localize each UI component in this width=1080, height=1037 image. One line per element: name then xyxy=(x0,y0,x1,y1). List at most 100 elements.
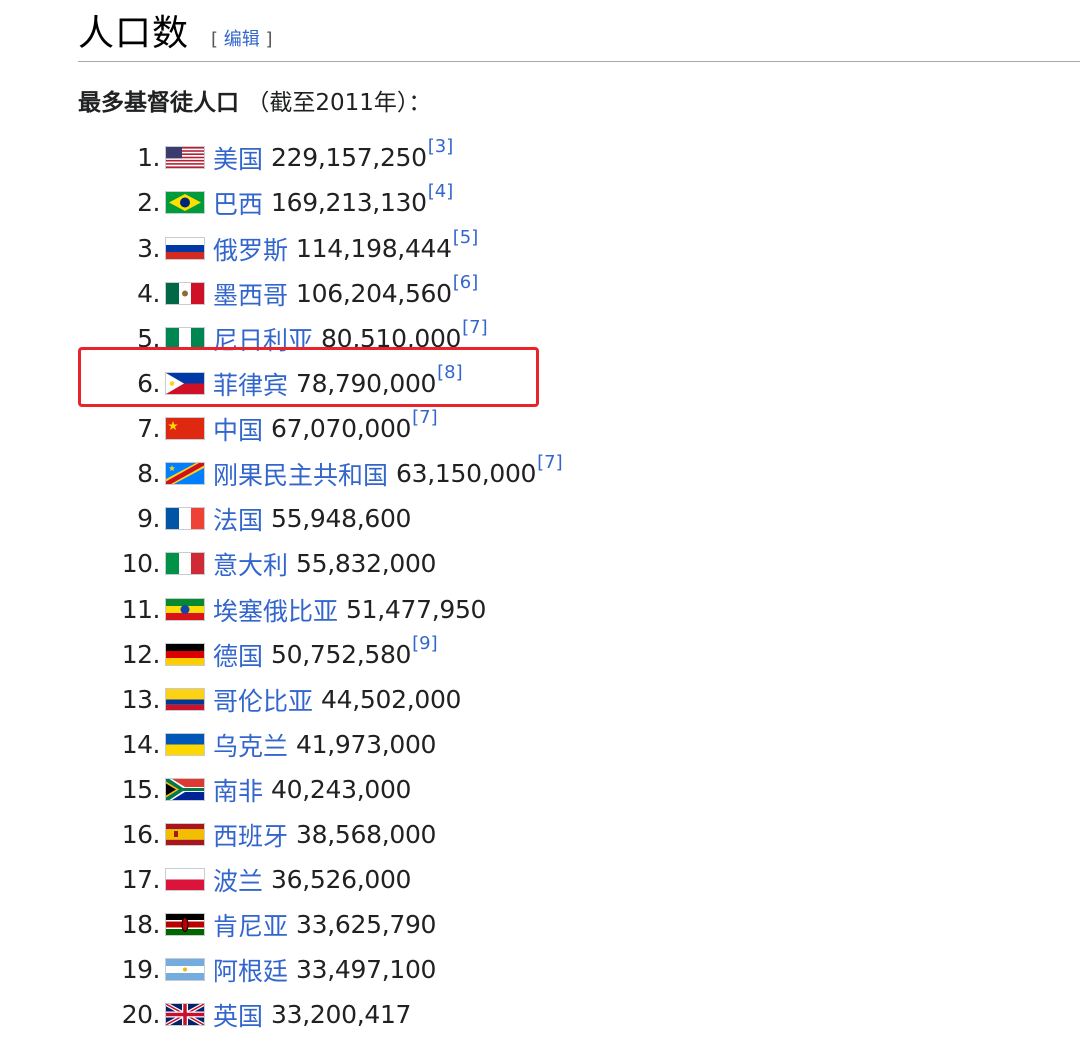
list-item: 7. 中国 67,070,000 [7] xyxy=(0,406,438,451)
list-item: 11. 埃塞俄比亚 51,477,950 xyxy=(0,587,487,632)
reference-link[interactable]: [5] xyxy=(453,227,479,248)
reference-link[interactable]: [7] xyxy=(537,452,563,473)
population-value: 41,973,000 xyxy=(296,730,437,759)
russia-flag-icon[interactable] xyxy=(166,238,204,259)
germany-flag-icon[interactable] xyxy=(166,644,204,665)
section-heading: 人口数 [ 编辑 ] xyxy=(78,4,273,54)
country-link[interactable]: 波兰 xyxy=(213,862,263,898)
mexico-flag-icon[interactable] xyxy=(166,283,204,304)
rank-number: 17. xyxy=(121,865,161,894)
list-item: 9. 法国 55,948,600 xyxy=(0,496,411,541)
country-link[interactable]: 埃塞俄比亚 xyxy=(213,592,338,628)
heading-divider xyxy=(78,61,1080,62)
reference-link[interactable]: [7] xyxy=(412,407,438,428)
country-link[interactable]: 西班牙 xyxy=(213,817,288,853)
ethiopia-flag-icon[interactable] xyxy=(166,599,204,620)
rank-number: 12. xyxy=(121,640,161,669)
intro-text: 最多基督徒人口 （截至2011年）： xyxy=(78,83,431,117)
country-link[interactable]: 意大利 xyxy=(213,546,288,582)
brazil-flag-icon[interactable] xyxy=(166,192,204,213)
population-value: 33,625,790 xyxy=(296,910,437,939)
rank-number: 13. xyxy=(121,685,161,714)
country-link[interactable]: 乌克兰 xyxy=(213,727,288,763)
reference-link[interactable]: [3] xyxy=(428,136,454,157)
rank-number: 11. xyxy=(121,595,161,624)
rank-number: 20. xyxy=(121,1000,161,1029)
list-item: 4. 墨西哥 106,204,560 [6] xyxy=(0,271,478,316)
edit-link[interactable]: 编辑 xyxy=(224,29,260,50)
list-item: 8. 刚果民主共和国 63,150,000 [7] xyxy=(0,451,563,496)
country-link[interactable]: 中国 xyxy=(213,411,263,447)
ukraine-flag-icon[interactable] xyxy=(166,734,204,755)
list-item: 2. 巴西 169,213,130 [4] xyxy=(0,180,453,225)
rank-number: 2. xyxy=(137,188,160,217)
country-link[interactable]: 哥伦比亚 xyxy=(213,682,313,718)
country-link[interactable]: 法国 xyxy=(213,501,263,537)
population-value: 50,752,580 xyxy=(271,640,412,669)
country-link[interactable]: 德国 xyxy=(213,637,263,673)
reference-link[interactable]: [6] xyxy=(453,272,479,293)
list-item: 15. 南非 40,243,000 xyxy=(0,767,412,812)
list-item: 16. 西班牙 38,568,000 xyxy=(0,812,437,857)
population-value: 114,198,444 xyxy=(296,234,452,263)
list-item: 18. 肯尼亚 33,625,790 xyxy=(0,902,437,947)
population-value: 55,948,600 xyxy=(271,504,412,533)
france-flag-icon[interactable] xyxy=(166,508,204,529)
list-item: 19. 阿根廷 33,497,100 xyxy=(0,947,437,992)
list-item: 14. 乌克兰 41,973,000 xyxy=(0,722,437,767)
rank-number: 8. xyxy=(137,459,160,488)
country-link[interactable]: 南非 xyxy=(213,772,263,808)
country-link[interactable]: 刚果民主共和国 xyxy=(213,456,388,492)
population-value: 169,213,130 xyxy=(271,188,427,217)
population-value: 44,502,000 xyxy=(321,685,462,714)
rank-number: 18. xyxy=(121,910,161,939)
china-flag-icon[interactable] xyxy=(166,418,204,439)
argentina-flag-icon[interactable] xyxy=(166,959,204,980)
colombia-flag-icon[interactable] xyxy=(166,689,204,710)
country-link[interactable]: 阿根廷 xyxy=(213,952,288,988)
country-link[interactable]: 墨西哥 xyxy=(213,276,288,312)
population-value: 106,204,560 xyxy=(296,279,452,308)
spain-flag-icon[interactable] xyxy=(166,824,204,845)
south-africa-flag-icon[interactable] xyxy=(166,779,204,800)
population-value: 51,477,950 xyxy=(346,595,487,624)
heading-title: 人口数 xyxy=(78,13,190,54)
list-item: 17. 波兰 36,526,000 xyxy=(0,857,412,902)
population-value: 33,497,100 xyxy=(296,955,437,984)
list-item: 10. 意大利 55,832,000 xyxy=(0,541,437,586)
country-link[interactable]: 俄罗斯 xyxy=(213,231,288,267)
rank-number: 1. xyxy=(137,143,160,172)
rank-number: 9. xyxy=(137,504,160,533)
italy-flag-icon[interactable] xyxy=(166,553,204,574)
edit-section: [ 编辑 ] xyxy=(211,25,273,51)
us-flag-icon[interactable] xyxy=(166,147,204,168)
country-link[interactable]: 肯尼亚 xyxy=(213,907,288,943)
reference-link[interactable]: [7] xyxy=(462,317,488,338)
population-value: 38,568,000 xyxy=(296,820,437,849)
list-item: 20. 英国 33,200,417 xyxy=(0,992,412,1037)
rank-number: 7. xyxy=(137,414,160,443)
country-link[interactable]: 英国 xyxy=(213,997,263,1033)
poland-flag-icon[interactable] xyxy=(166,869,204,890)
highlight-box xyxy=(78,347,539,407)
country-link[interactable]: 巴西 xyxy=(213,185,263,221)
list-item: 3. 俄罗斯 114,198,444 [5] xyxy=(0,226,478,271)
population-value: 63,150,000 xyxy=(396,459,537,488)
rank-number: 16. xyxy=(121,820,161,849)
country-link[interactable]: 美国 xyxy=(213,140,263,176)
population-value: 55,832,000 xyxy=(296,549,437,578)
list-item: 13. 哥伦比亚 44,502,000 xyxy=(0,677,462,722)
population-value: 33,200,417 xyxy=(271,1000,412,1029)
drc-flag-icon[interactable] xyxy=(166,463,204,484)
reference-link[interactable]: [9] xyxy=(412,633,438,654)
uk-flag-icon[interactable] xyxy=(166,1004,204,1025)
list-item: 1. 美国 229,157,250 [3] xyxy=(0,135,453,180)
intro-rest: （截至2011年）： xyxy=(246,90,432,116)
rank-number: 10. xyxy=(121,549,161,578)
kenya-flag-icon[interactable] xyxy=(166,914,204,935)
reference-link[interactable]: [4] xyxy=(428,181,454,202)
list-item: 12. 德国 50,752,580 [9] xyxy=(0,632,438,677)
nigeria-flag-icon[interactable] xyxy=(166,328,204,349)
intro-bold: 最多基督徒人口 xyxy=(78,90,239,116)
edit-bracket-open: [ xyxy=(211,29,219,50)
